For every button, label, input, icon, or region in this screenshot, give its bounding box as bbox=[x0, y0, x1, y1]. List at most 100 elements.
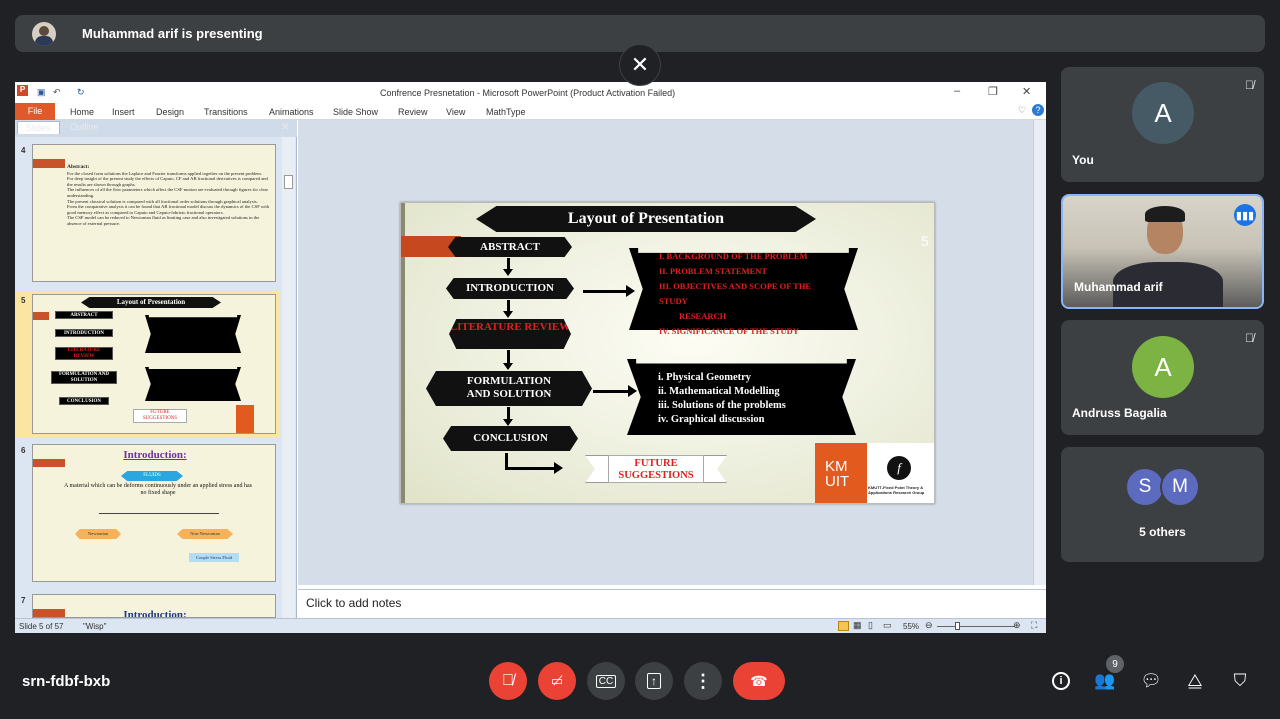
save-icon[interactable]: ▣ bbox=[37, 87, 46, 98]
tab-slides[interactable]: Slides bbox=[17, 121, 60, 134]
panel-tabs: Slides Outline ✕ bbox=[15, 120, 297, 137]
redo-icon[interactable]: ↻ bbox=[77, 87, 85, 98]
restore-icon[interactable]: ❐ bbox=[988, 85, 998, 98]
participant-tile-you[interactable]: A 🎙̸ You bbox=[1061, 67, 1264, 182]
menu-review[interactable]: Review bbox=[398, 107, 428, 117]
menu-animations[interactable]: Animations bbox=[269, 107, 314, 117]
intro-item-wrap: RESEARCH bbox=[679, 311, 727, 321]
close-window-icon[interactable]: ✕ bbox=[1022, 85, 1031, 98]
editor-scrollbar[interactable] bbox=[1033, 120, 1046, 585]
thumb-number-4: 4 bbox=[21, 146, 26, 155]
thumb5-future: FUTURE SUGGESTIONS bbox=[133, 409, 187, 423]
thumb5-formulation-box bbox=[145, 367, 241, 401]
current-slide[interactable]: Layout of Presentation 5 ABSTRACT INTROD… bbox=[400, 202, 935, 504]
avatar: A bbox=[1132, 82, 1194, 144]
formulation-list: i. Physical Geometry ii. Mathematical Mo… bbox=[658, 371, 848, 427]
zoom-out-icon[interactable]: ⊖ bbox=[925, 620, 933, 631]
more-options-button[interactable]: ⋮ bbox=[684, 662, 722, 700]
thumb4-bullet: The influences of all the flow parameter… bbox=[67, 187, 269, 198]
slides-scrollbar[interactable] bbox=[282, 137, 295, 618]
ppt-window-title: Confrence Presnetation - Microsoft Power… bbox=[380, 88, 676, 98]
avatar: M bbox=[1160, 467, 1200, 507]
fit-window-icon[interactable]: ⛶ bbox=[1031, 620, 1037, 631]
slide-thumbnail-4[interactable]: Abstract: For the closed form solutions … bbox=[32, 144, 276, 282]
mic-off-icon: 🎙̸ bbox=[502, 672, 514, 689]
menu-home[interactable]: Home bbox=[70, 107, 94, 117]
info-icon: i bbox=[1052, 672, 1070, 690]
undo-icon[interactable]: ↶ bbox=[53, 87, 61, 98]
activities-button[interactable]: ⧋ bbox=[1184, 670, 1206, 692]
arrow-down bbox=[503, 300, 513, 318]
menu-transitions[interactable]: Transitions bbox=[204, 107, 248, 117]
scrollbar-thumb[interactable] bbox=[284, 175, 293, 189]
reading-view-icon[interactable]: ▯ bbox=[868, 620, 873, 631]
thumb-number-7: 7 bbox=[21, 596, 26, 605]
formulation-item: i. Physical Geometry bbox=[658, 372, 752, 383]
menu-mathtype[interactable]: MathType bbox=[486, 107, 526, 117]
formulation-label: FORMULATION AND SOLUTION bbox=[466, 375, 552, 400]
participant-tile-andruss[interactable]: A 🎙̸ Andruss Bagalia bbox=[1061, 320, 1264, 435]
shield-lock-icon: ⛉ bbox=[1233, 671, 1247, 690]
formulation-item: iv. Graphical discussion bbox=[658, 414, 765, 425]
normal-view-icon[interactable] bbox=[838, 621, 849, 631]
slide-thumbnail-6[interactable]: Introduction: FLUIDS A material which ca… bbox=[32, 444, 276, 582]
mic-toggle-button[interactable]: 🎙̸ bbox=[489, 662, 527, 700]
slide-thumbnail-7[interactable]: Introduction: bbox=[32, 594, 276, 618]
captions-button[interactable]: CC bbox=[587, 662, 625, 700]
ppt-ribbon-tabs: File Home Insert Design Transitions Anim… bbox=[15, 103, 1046, 120]
arrow-down bbox=[503, 350, 513, 370]
participant-tile-muhammad[interactable]: ▮▮▮ Muhammad arif bbox=[1061, 194, 1264, 309]
menu-design[interactable]: Design bbox=[156, 107, 184, 117]
people-button[interactable]: 👥 bbox=[1094, 670, 1116, 692]
meeting-details-button[interactable]: i bbox=[1050, 670, 1072, 692]
step-literature-review: LITERATURE REVIEW bbox=[449, 319, 571, 349]
ribbon-collapse-icon[interactable]: ♡ bbox=[1018, 105, 1026, 116]
menu-file[interactable]: File bbox=[15, 103, 55, 120]
participant-name: 5 others bbox=[1139, 525, 1186, 539]
chat-button[interactable]: 💬︎ bbox=[1140, 670, 1162, 692]
slide-thumbnail-5[interactable]: Layout of Presentation ABSTRACT INTRODUC… bbox=[32, 294, 276, 434]
arrow-to-future bbox=[505, 462, 563, 474]
zoom-slider[interactable] bbox=[937, 626, 1015, 627]
slide-count: Slide 5 of 57 bbox=[19, 622, 64, 631]
intro-item: III. OBJECTIVES AND SCOPE OF THE STUDY bbox=[659, 281, 812, 306]
menu-insert[interactable]: Insert bbox=[112, 107, 135, 117]
avatar: S bbox=[1125, 467, 1165, 507]
close-panel-icon[interactable]: ✕ bbox=[281, 122, 289, 133]
arrow-down bbox=[503, 407, 513, 426]
leave-call-button[interactable]: ☎ bbox=[733, 662, 785, 700]
formulation-item: ii. Mathematical Modelling bbox=[658, 386, 780, 397]
help-icon[interactable]: ? bbox=[1032, 104, 1044, 116]
presenter-avatar bbox=[32, 21, 56, 46]
participant-name: Muhammad arif bbox=[1074, 280, 1163, 294]
minimize-icon[interactable]: – bbox=[954, 85, 960, 97]
participant-tile-others[interactable]: S M 5 others bbox=[1061, 447, 1264, 562]
presenting-text: Muhammad arif is presenting bbox=[82, 26, 263, 41]
sorter-view-icon[interactable]: ▦ bbox=[853, 620, 862, 631]
slideshow-view-icon[interactable]: ▭ bbox=[883, 620, 892, 631]
step-conclusion: CONCLUSION bbox=[443, 426, 578, 451]
zoom-in-icon[interactable]: ⊕ bbox=[1013, 620, 1021, 631]
notes-pane[interactable]: Click to add notes bbox=[298, 589, 1046, 617]
step-formulation: FORMULATION AND SOLUTION bbox=[426, 371, 592, 406]
present-button[interactable]: ↑ bbox=[635, 662, 673, 700]
host-controls-button[interactable]: ⛉ bbox=[1229, 670, 1251, 692]
tab-outline[interactable]: Outline bbox=[70, 122, 99, 132]
close-fullscreen-button[interactable]: ✕ bbox=[619, 44, 661, 86]
menu-slide-show[interactable]: Slide Show bbox=[333, 107, 378, 117]
meeting-code: srn-fdbf-bxb bbox=[22, 673, 111, 690]
zoom-slider-thumb[interactable] bbox=[955, 622, 960, 630]
speaking-icon: ▮▮▮ bbox=[1234, 204, 1256, 226]
fixed-point-logo: f KMUTT-Fixed Point Theory & Application… bbox=[867, 443, 934, 503]
thumb6-definition: A material which can be deforms continuo… bbox=[64, 483, 252, 496]
thumb-number-5: 5 bbox=[21, 296, 26, 305]
intro-item: I. BACKGROUND OF THE PROBLEM bbox=[659, 251, 808, 261]
step-abstract: ABSTRACT bbox=[448, 237, 572, 257]
menu-view[interactable]: View bbox=[446, 107, 465, 117]
fixed-point-text: KMUTT-Fixed Point Theory & Applications … bbox=[868, 485, 925, 495]
camera-toggle-button[interactable]: ▭̸ bbox=[538, 662, 576, 700]
person-hair bbox=[1145, 206, 1185, 222]
thumb5-intro-box bbox=[145, 315, 241, 353]
literature-label: LITERATURE REVIEW bbox=[449, 321, 571, 333]
thumb5-title: Layout of Presentation bbox=[81, 297, 221, 308]
